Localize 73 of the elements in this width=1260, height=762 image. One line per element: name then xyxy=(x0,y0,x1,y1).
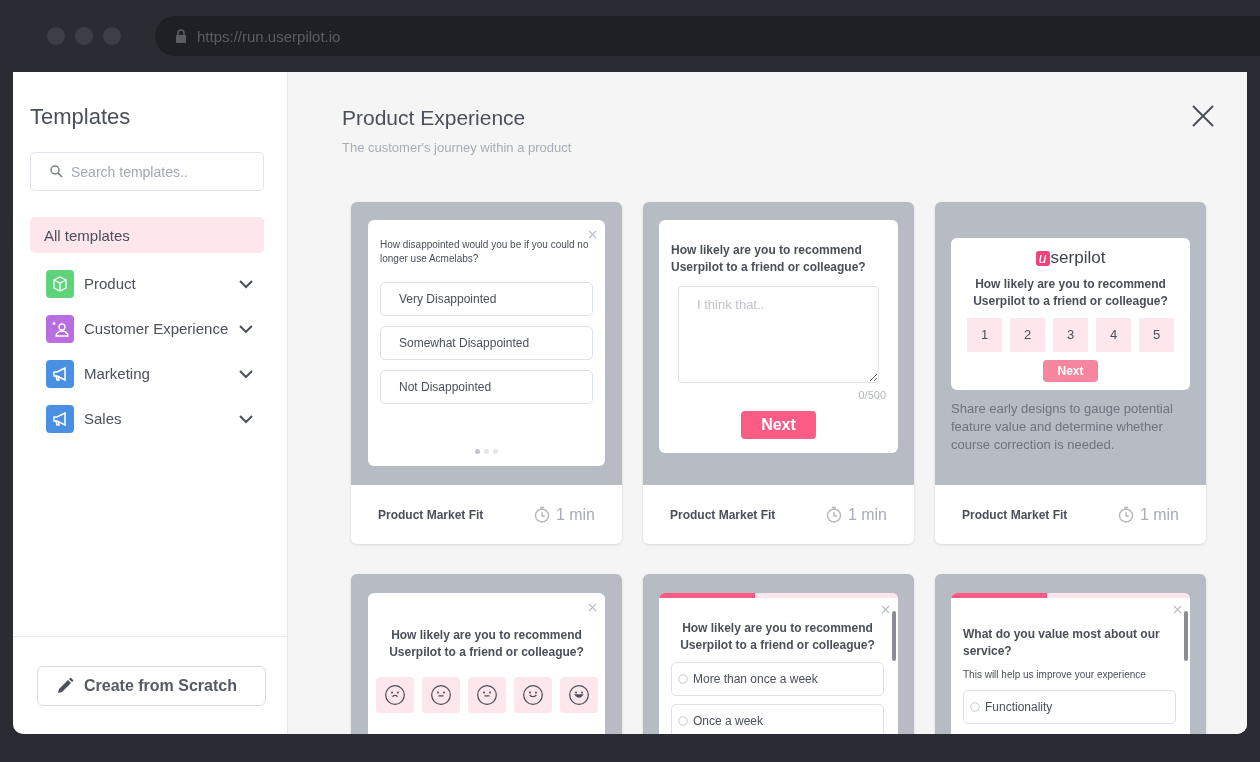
survey-question: How disappointed would you be if you could no longer use Acmelabs? xyxy=(380,238,590,266)
rating-option[interactable] xyxy=(421,676,460,713)
answer-option[interactable]: Not Disappointed xyxy=(380,370,593,404)
rating-option[interactable] xyxy=(559,676,598,713)
survey-question: How likely are you to recommend Userpilot to a friend or colleague? xyxy=(671,242,867,276)
category-item[interactable]: All templates xyxy=(30,217,264,253)
page-dot[interactable] xyxy=(475,449,480,454)
logo: u serpilot xyxy=(1035,248,1106,268)
template-name: Product Market Fit xyxy=(962,507,1068,522)
face-icon xyxy=(475,683,498,706)
lock-icon xyxy=(175,29,187,43)
page-title: Product Experience xyxy=(342,106,527,130)
survey-question: What do you value most about our service? xyxy=(963,626,1161,660)
template-card[interactable] xyxy=(935,202,1206,544)
template-card[interactable]: What do you value most about our service? This will help us improve your experience Functionality xyxy=(935,574,1206,734)
pencil-icon xyxy=(56,676,74,695)
chevron-icon xyxy=(238,368,254,379)
clock-icon xyxy=(825,506,842,523)
page-dot[interactable] xyxy=(484,449,489,454)
rating-option[interactable]: 2 xyxy=(1010,317,1045,352)
survey-question: How likely are you to recommend Userpilot to a friend or colleague? xyxy=(388,627,585,661)
answer-option[interactable]: Once a week xyxy=(671,703,884,734)
clock-icon xyxy=(1117,506,1134,523)
chevron-icon xyxy=(238,278,254,289)
duration: 1 min xyxy=(533,505,595,524)
face-icon xyxy=(567,683,590,706)
rating-option[interactable]: 4 xyxy=(1096,317,1131,352)
category-item[interactable]: Marketing xyxy=(30,351,264,396)
survey-question: How likely are you to recommend Userpilot to a friend or colleague? xyxy=(972,276,1169,310)
face-icon xyxy=(521,683,544,706)
template-name: Product Market Fit xyxy=(378,507,484,522)
template-card[interactable]: How likely are you to recommend Userpilot to a friend or colleague? More than once a week Once a week xyxy=(643,574,914,734)
radio-icon xyxy=(970,701,980,712)
scrollbar xyxy=(892,611,896,661)
close-icon[interactable] xyxy=(881,605,890,614)
rating-option[interactable]: 3 xyxy=(1053,317,1088,352)
radio-icon xyxy=(678,673,688,684)
sidebar-title: Templates xyxy=(30,104,132,130)
rating-option[interactable] xyxy=(375,676,414,713)
create-button[interactable]: Create from Scratch xyxy=(37,665,266,706)
radio-icon xyxy=(678,715,688,726)
chevron-icon xyxy=(238,323,254,334)
duration: 1 min xyxy=(825,505,887,524)
answer-option[interactable]: More than once a week xyxy=(671,661,884,696)
answer-option[interactable]: Somewhat Disappointed xyxy=(380,326,593,360)
category-item[interactable]: Sales xyxy=(30,396,264,441)
duration: 1 min xyxy=(1117,505,1179,524)
template-card[interactable]: How likely are you to recommend Userpilot to a friend or colleague? xyxy=(351,574,622,734)
answer-option[interactable]: Very Disappointed xyxy=(380,282,593,316)
category-item[interactable]: Product xyxy=(30,261,264,306)
survey-note: This will help us improve your experience xyxy=(963,667,1147,682)
search-field[interactable]: Search templates.. xyxy=(30,152,264,191)
category-item[interactable]: Customer Experience xyxy=(30,306,264,351)
rating-option[interactable] xyxy=(513,676,552,713)
close-icon[interactable] xyxy=(1173,605,1182,614)
rating-option[interactable] xyxy=(467,676,506,713)
rating-option[interactable]: 1 xyxy=(967,317,1002,352)
template-card[interactable]: How disappointed would you be if you could no longer use Acmelabs? Very Disappointed Somewhat Disappointed Not Disappointed Product Market Fit 1 min xyxy=(351,202,622,544)
chevron-icon xyxy=(238,413,254,424)
answer-option[interactable]: Functionality xyxy=(963,689,1176,724)
character-counter: 0/500 xyxy=(858,389,886,401)
close-icon[interactable] xyxy=(588,230,597,239)
clock-icon xyxy=(533,506,550,523)
close-icon[interactable] xyxy=(588,603,597,612)
template-name: Product Market Fit xyxy=(670,507,776,522)
survey-question: How likely are you to recommend Userpilot to a friend or colleague? xyxy=(679,620,876,654)
page-subtitle: The customer's journey within a product xyxy=(342,140,572,155)
face-icon xyxy=(429,683,452,706)
face-icon xyxy=(383,683,406,706)
template-description: Share early designs to gauge potential feature value and determine whether course correction is needed. xyxy=(951,399,1174,454)
scrollbar xyxy=(1184,611,1188,661)
page-dot[interactable] xyxy=(493,449,498,454)
rating-option[interactable]: 5 xyxy=(1139,317,1174,352)
